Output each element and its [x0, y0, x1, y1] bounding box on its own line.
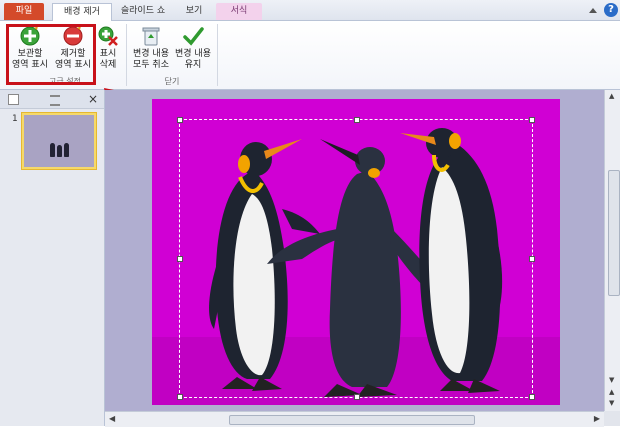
checkmark-icon: [183, 27, 204, 46]
tab-background-removal[interactable]: 배경 제거: [52, 3, 112, 21]
scroll-left-icon[interactable]: ◀: [109, 414, 115, 423]
horizontal-scrollbar[interactable]: ◀ ▶: [105, 411, 604, 427]
minimize-ribbon-icon[interactable]: [589, 7, 598, 13]
next-slide-icon[interactable]: ▼: [609, 399, 614, 407]
vertical-scrollbar[interactable]: ▲ ▼ ▲ ▼: [604, 90, 620, 411]
slides-pane-header: ×: [0, 90, 104, 109]
scroll-right-icon[interactable]: ▶: [594, 414, 600, 423]
tab-view[interactable]: 보기: [178, 3, 210, 20]
thumbnail-penguin: [57, 145, 62, 157]
resize-handle[interactable]: [354, 394, 360, 400]
discard-all-changes-label: 변경 내용 모두 취소: [133, 49, 169, 70]
resize-handle[interactable]: [354, 117, 360, 123]
tab-slideshow[interactable]: 슬라이드 쇼: [112, 3, 174, 20]
tab-file[interactable]: 파일: [4, 3, 44, 20]
resize-handle[interactable]: [177, 256, 183, 262]
picture-selection-frame[interactable]: [177, 117, 535, 400]
thumbnail-penguin: [50, 143, 55, 157]
tab-format[interactable]: 서식: [216, 3, 262, 20]
previous-slide-icon[interactable]: ▲: [609, 388, 614, 396]
scroll-up-icon[interactable]: ▲: [609, 92, 614, 100]
help-icon[interactable]: ?: [604, 3, 618, 17]
resize-handle[interactable]: [529, 117, 535, 123]
resize-handle[interactable]: [529, 394, 535, 400]
delete-mark-button[interactable]: 표시 삭제: [95, 25, 121, 71]
slide-number: 1: [12, 114, 18, 124]
recycle-bin-icon: [142, 27, 160, 46]
group-close-label: 닫기: [164, 77, 180, 86]
keep-changes-label: 변경 내용 유지: [175, 49, 211, 70]
ribbon-separator: [126, 24, 127, 86]
discard-all-changes-button[interactable]: 변경 내용 모두 취소: [129, 25, 173, 71]
thumbnail-penguin: [64, 143, 69, 157]
delete-mark-icon: [98, 26, 118, 46]
resize-handle[interactable]: [177, 394, 183, 400]
slide-picture[interactable]: [152, 99, 560, 405]
outline-tab-icon[interactable]: [50, 95, 60, 106]
slide-thumbnail[interactable]: [21, 112, 97, 170]
ribbon-tab-strip: 파일 배경 제거 슬라이드 쇼 보기 서식 ?: [0, 0, 620, 21]
ribbon-controls: ?: [585, 3, 618, 17]
slide-editing-canvas: [105, 90, 604, 411]
scroll-down-icon[interactable]: ▼: [609, 376, 614, 384]
slides-pane: × 1: [0, 90, 105, 426]
scrollbar-corner: [604, 411, 620, 426]
vertical-scroll-thumb[interactable]: [608, 170, 620, 296]
highlight-box: [6, 24, 96, 85]
slides-tab-icon[interactable]: [8, 94, 19, 105]
thumbnail-image: [24, 115, 94, 167]
keep-changes-button[interactable]: 변경 내용 유지: [173, 25, 213, 71]
close-icon[interactable]: ×: [88, 92, 98, 106]
resize-handle[interactable]: [529, 256, 535, 262]
resize-handle[interactable]: [177, 117, 183, 123]
ribbon-separator: [217, 24, 218, 86]
horizontal-scroll-thumb[interactable]: [229, 415, 475, 425]
delete-mark-label: 표시 삭제: [99, 49, 117, 70]
